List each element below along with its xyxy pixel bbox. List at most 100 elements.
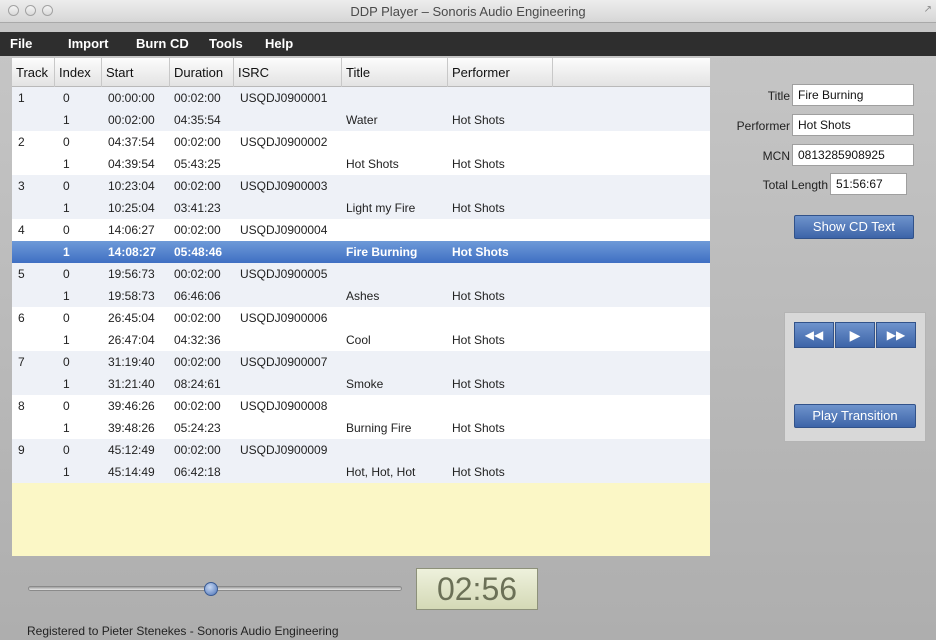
column-track[interactable]: Track: [12, 58, 55, 87]
cell-index: 0: [63, 443, 70, 457]
table-row[interactable]: 1 0 00:00:00 00:02:00 USQDJ0900001: [12, 87, 710, 109]
cell-index: 1: [63, 289, 70, 303]
cell-index: 1: [63, 333, 70, 347]
cell-start: 26:47:04: [108, 333, 155, 347]
cell-title: Water: [346, 113, 378, 127]
mcn-field[interactable]: 0813285908925: [792, 144, 914, 166]
cell-title: Cool: [346, 333, 371, 347]
table-row[interactable]: 7 0 31:19:40 00:02:00 USQDJ0900007: [12, 351, 710, 373]
menu-import[interactable]: Import: [68, 36, 108, 51]
menu-file[interactable]: File: [10, 36, 32, 51]
cell-performer: Hot Shots: [452, 289, 505, 303]
column-start[interactable]: Start: [102, 58, 170, 87]
menu-help[interactable]: Help: [265, 36, 293, 51]
table-row[interactable]: 9 0 45:12:49 00:02:00 USQDJ0900009: [12, 439, 710, 461]
table-row[interactable]: 1 04:39:54 05:43:25 Hot Shots Hot Shots: [12, 153, 710, 175]
cell-duration: 05:48:46: [174, 245, 223, 259]
menu-tools[interactable]: Tools: [209, 36, 243, 51]
play-button[interactable]: ▶: [835, 322, 875, 348]
cell-isrc: USQDJ0900007: [240, 355, 328, 369]
column-index[interactable]: Index: [55, 58, 102, 87]
table-row[interactable]: 2 0 04:37:54 00:02:00 USQDJ0900002: [12, 131, 710, 153]
table-row[interactable]: 1 31:21:40 08:24:61 Smoke Hot Shots: [12, 373, 710, 395]
cell-performer: Hot Shots: [452, 201, 505, 215]
status-text: Registered to Pieter Stenekes - Sonoris …: [27, 624, 339, 638]
table-row[interactable]: 4 0 14:06:27 00:02:00 USQDJ0900004: [12, 219, 710, 241]
cell-performer: Hot Shots: [452, 157, 505, 171]
column-title[interactable]: Title: [342, 58, 448, 87]
rewind-button[interactable]: ◀◀: [794, 322, 834, 348]
menu-burn-cd[interactable]: Burn CD: [136, 36, 189, 51]
time-display: 02:56: [416, 568, 538, 610]
cell-performer: Hot Shots: [452, 245, 509, 259]
table-row[interactable]: 1 39:48:26 05:24:23 Burning Fire Hot Shots: [12, 417, 710, 439]
cell-isrc: USQDJ0900002: [240, 135, 328, 149]
cell-title: Ashes: [346, 289, 380, 303]
title-bar: DDP Player – Sonoris Audio Engineering ↗: [0, 0, 936, 23]
cell-performer: Hot Shots: [452, 377, 505, 391]
cell-index: 0: [63, 179, 70, 193]
cell-start: 14:08:27: [108, 245, 157, 259]
cell-performer: Hot Shots: [452, 333, 505, 347]
table-row[interactable]: 1 14:08:27 05:48:46 Fire Burning Hot Shots: [12, 241, 710, 263]
table-row[interactable]: 5 0 19:56:73 00:02:00 USQDJ0900005: [12, 263, 710, 285]
table-row[interactable]: 1 10:25:04 03:41:23 Light my Fire Hot Shots: [12, 197, 710, 219]
table-row[interactable]: 1 19:58:73 06:46:06 Ashes Hot Shots: [12, 285, 710, 307]
cell-track: 5: [18, 267, 25, 281]
title-field[interactable]: Fire Burning: [792, 84, 914, 106]
cell-title: Burning Fire: [346, 421, 412, 435]
table-row[interactable]: 3 0 10:23:04 00:02:00 USQDJ0900003: [12, 175, 710, 197]
show-cd-text-button[interactable]: Show CD Text: [794, 215, 914, 239]
cell-index: 0: [63, 311, 70, 325]
cell-title: Hot, Hot, Hot: [346, 465, 416, 479]
cell-start: 39:48:26: [108, 421, 155, 435]
cell-start: 04:37:54: [108, 135, 155, 149]
cell-isrc: USQDJ0900004: [240, 223, 328, 237]
cell-duration: 00:02:00: [174, 179, 221, 193]
table-row[interactable]: 6 0 26:45:04 00:02:00 USQDJ0900006: [12, 307, 710, 329]
cell-index: 0: [63, 91, 70, 105]
cell-duration: 06:46:06: [174, 289, 221, 303]
play-transition-button[interactable]: Play Transition: [794, 404, 916, 428]
mcn-label: MCN: [762, 149, 790, 163]
cell-index: 0: [63, 399, 70, 413]
rewind-icon: ◀◀: [804, 328, 824, 342]
cell-track: 4: [18, 223, 25, 237]
fast-forward-button[interactable]: ▶▶: [876, 322, 916, 348]
cell-isrc: USQDJ0900006: [240, 311, 328, 325]
cell-start: 45:12:49: [108, 443, 155, 457]
fullscreen-icon[interactable]: ↗: [924, 4, 932, 15]
table-row[interactable]: 1 45:14:49 06:42:18 Hot, Hot, Hot Hot Shots: [12, 461, 710, 483]
cell-start: 14:06:27: [108, 223, 155, 237]
cell-duration: 00:02:00: [174, 223, 221, 237]
cell-start: 19:56:73: [108, 267, 155, 281]
cell-duration: 00:02:00: [174, 443, 221, 457]
cell-start: 45:14:49: [108, 465, 155, 479]
performer-field[interactable]: Hot Shots: [792, 114, 914, 136]
window-title: DDP Player – Sonoris Audio Engineering: [350, 4, 586, 19]
app-window: DDP Player – Sonoris Audio Engineering ↗…: [0, 0, 936, 640]
cell-index: 0: [63, 135, 70, 149]
cell-index: 0: [63, 355, 70, 369]
cell-index: 0: [63, 267, 70, 281]
fast-forward-icon: ▶▶: [886, 328, 906, 342]
table-row[interactable]: 8 0 39:46:26 00:02:00 USQDJ0900008: [12, 395, 710, 417]
cell-index: 1: [63, 465, 70, 479]
column-isrc[interactable]: ISRC: [234, 58, 342, 87]
cell-track: 9: [18, 443, 25, 457]
cell-track: 1: [18, 91, 25, 105]
table-row[interactable]: 1 00:02:00 04:35:54 Water Hot Shots: [12, 109, 710, 131]
cell-title: Fire Burning: [346, 245, 418, 259]
column-duration[interactable]: Duration: [170, 58, 234, 87]
cell-duration: 00:02:00: [174, 267, 221, 281]
cell-start: 10:23:04: [108, 179, 155, 193]
cell-track: 6: [18, 311, 25, 325]
table-row[interactable]: 1 26:47:04 04:32:36 Cool Hot Shots: [12, 329, 710, 351]
cell-title: Hot Shots: [346, 157, 399, 171]
cell-isrc: USQDJ0900003: [240, 179, 328, 193]
cell-index: 1: [63, 245, 70, 259]
position-slider-knob[interactable]: [204, 582, 219, 596]
cell-track: 2: [18, 135, 25, 149]
cell-start: 39:46:26: [108, 399, 155, 413]
column-performer[interactable]: Performer: [448, 58, 553, 87]
